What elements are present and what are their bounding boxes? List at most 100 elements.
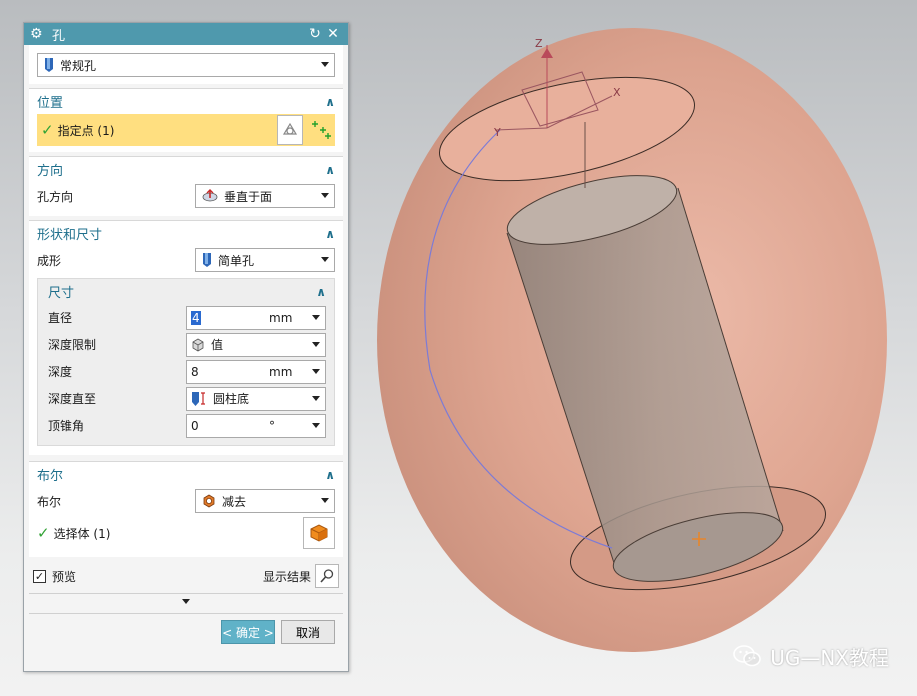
select-body-button[interactable]: [303, 517, 335, 549]
point-plus-icon: [312, 121, 331, 139]
boolean-label: 布尔: [37, 494, 62, 509]
ok-button[interactable]: < 确定 >: [221, 620, 275, 644]
boolean-title: 布尔: [37, 469, 64, 484]
chevron-up-icon[interactable]: ∧: [316, 285, 326, 299]
diameter-field[interactable]: 4 mm: [186, 305, 326, 330]
value-cube-icon: [192, 338, 204, 351]
depth-label: 深度: [48, 365, 73, 379]
cancel-button[interactable]: 取消: [281, 620, 335, 644]
tip-angle-unit: °: [269, 418, 275, 433]
diameter-row: 直径 4 mm: [38, 304, 334, 331]
sketch-icon: [282, 122, 298, 135]
x-axis-label: X: [613, 86, 621, 99]
preview-row: ✓ 预览 显示结果: [29, 563, 343, 589]
chevron-down-icon[interactable]: [312, 368, 320, 374]
boolean-section: 布尔 ∧ 布尔 减去 ✓ 选择体 (1): [29, 461, 343, 557]
wechat-icon: [733, 645, 761, 667]
form-value: 简单孔: [218, 253, 255, 268]
type-section: 常规孔: [29, 45, 343, 84]
direction-title: 方向: [37, 164, 64, 179]
hole-dialog: ⚙ 孔 ↻ ✕ 常规孔 位置 ∧ ✓ 指定点 (1) 方向 ∧ 孔方向 垂直于面…: [23, 22, 349, 672]
shape-header[interactable]: 形状和尺寸 ∧: [29, 221, 343, 246]
boolean-dropdown[interactable]: 减去: [195, 489, 335, 513]
depth-to-value: 圆柱底: [213, 392, 250, 406]
chevron-down-icon: [321, 62, 329, 67]
more-options-expander[interactable]: [29, 593, 343, 607]
dialog-title: 孔: [52, 28, 66, 44]
z-axis-label: Z: [535, 37, 543, 50]
direction-header[interactable]: 方向 ∧: [29, 157, 343, 182]
position-header[interactable]: 位置 ∧: [29, 89, 343, 114]
depth-limit-dropdown[interactable]: 值: [186, 332, 326, 357]
chevron-down-icon: [312, 341, 320, 347]
watermark-text: UG—NX教程: [770, 645, 889, 670]
direction-section: 方向 ∧ 孔方向 垂直于面: [29, 156, 343, 216]
dimensions-subsection: 尺寸 ∧ 直径 4 mm 深度限制 值 深度 8 mm 深度直至 圆柱底 顶锥角…: [37, 278, 335, 446]
diameter-value[interactable]: 4: [191, 310, 201, 325]
show-result-label: 显示结果: [262, 569, 311, 584]
hole-type-dropdown[interactable]: 常规孔: [37, 53, 335, 77]
hole-direction-value: 垂直于面: [224, 189, 273, 204]
select-body-row[interactable]: ✓ 选择体 (1): [29, 515, 343, 551]
simple-hole-icon: [203, 253, 211, 267]
dimensions-title: 尺寸: [48, 286, 75, 301]
chevron-down-icon[interactable]: [312, 422, 320, 428]
dimensions-header[interactable]: 尺寸 ∧: [38, 279, 334, 304]
dialog-titlebar[interactable]: ⚙ 孔 ↻ ✕: [24, 23, 348, 45]
specify-point-label: 指定点 (1): [57, 123, 115, 138]
dialog-buttons: < 确定 > 取消: [29, 613, 343, 644]
subtract-icon: [203, 494, 215, 508]
chevron-up-icon[interactable]: ∧: [325, 95, 335, 109]
chevron-up-icon[interactable]: ∧: [325, 468, 335, 482]
depth-to-label: 深度直至: [48, 392, 97, 406]
y-axis-label: Y: [493, 126, 501, 139]
gear-icon[interactable]: ⚙: [30, 26, 46, 42]
tip-angle-field[interactable]: 0 °: [186, 413, 326, 438]
hole-direction-dropdown[interactable]: 垂直于面: [195, 184, 335, 208]
chevron-down-icon: [321, 257, 329, 262]
depth-limit-label: 深度限制: [48, 338, 97, 352]
magnifier-icon: [320, 569, 334, 583]
chevron-up-icon[interactable]: ∧: [325, 227, 335, 241]
tip-angle-label: 顶锥角: [48, 419, 85, 433]
select-body-label: 选择体 (1): [53, 526, 111, 541]
specify-point-row[interactable]: ✓ 指定点 (1): [37, 114, 335, 146]
boolean-value: 减去: [222, 494, 247, 509]
sketch-section-button[interactable]: [277, 115, 303, 145]
boolean-header[interactable]: 布尔 ∧: [29, 462, 343, 487]
preview-label: 预览: [52, 569, 77, 584]
shape-section: 形状和尺寸 ∧ 成形 简单孔 尺寸 ∧ 直径 4 mm 深度限制 值 深度 8 …: [29, 220, 343, 455]
chevron-down-icon[interactable]: [182, 599, 190, 604]
form-dropdown[interactable]: 简单孔: [195, 248, 335, 272]
diameter-label: 直径: [48, 311, 73, 325]
shape-title: 形状和尺寸: [37, 228, 103, 243]
depth-limit-row: 深度限制 值: [38, 331, 334, 358]
form-row: 成形 简单孔: [29, 246, 343, 274]
hole-direction-label: 孔方向: [37, 189, 74, 204]
show-result-button[interactable]: [315, 564, 339, 588]
watermark: UG—NX教程: [732, 640, 889, 672]
solid-body-icon: [310, 524, 328, 542]
check-icon: ✓: [37, 524, 50, 542]
point-dialog-button[interactable]: [305, 114, 335, 146]
tip-angle-value[interactable]: 0: [191, 419, 263, 433]
hole-type-icon: [45, 58, 53, 72]
chevron-down-icon[interactable]: [312, 314, 320, 320]
depth-to-dropdown[interactable]: 圆柱底: [186, 386, 326, 411]
boolean-row: 布尔 减去: [29, 487, 343, 515]
preview-checkbox[interactable]: ✓: [33, 569, 46, 583]
depth-row: 深度 8 mm: [38, 358, 334, 385]
chevron-up-icon[interactable]: ∧: [325, 163, 335, 177]
cylinder-bottom-icon: [192, 391, 205, 406]
check-icon: ✓: [41, 121, 54, 139]
close-icon[interactable]: ✕: [324, 26, 342, 42]
position-section: 位置 ∧ ✓ 指定点 (1): [29, 88, 343, 152]
preview-section: ✓ 预览 显示结果 < 确定 > 取消: [29, 563, 343, 644]
chevron-down-icon: [312, 395, 320, 401]
depth-limit-value: 值: [211, 338, 224, 352]
depth-value[interactable]: 8: [191, 365, 263, 379]
depth-field[interactable]: 8 mm: [186, 359, 326, 384]
tip-angle-row: 顶锥角 0 °: [38, 412, 334, 439]
reset-icon[interactable]: ↻: [306, 26, 324, 42]
diameter-unit: mm: [269, 310, 293, 325]
